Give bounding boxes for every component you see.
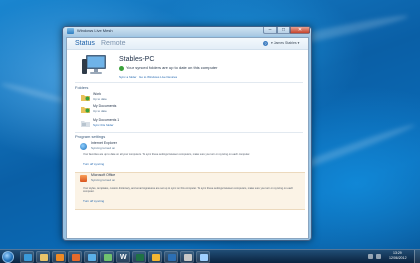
excel-icon xyxy=(136,254,144,261)
taskbar: W 13:29 12/06/2012 xyxy=(0,249,420,263)
taskbar-button-word[interactable]: W xyxy=(116,251,130,263)
show-desktop-button[interactable] xyxy=(414,250,420,263)
window-content: Status Remote ? ▾ James Stables ▾ Stable… xyxy=(66,37,309,239)
start-button[interactable] xyxy=(2,251,14,263)
taskbar-button-firefox[interactable] xyxy=(68,251,82,263)
folder-status: Up to date xyxy=(93,97,107,101)
taskbar-button-live-mesh[interactable] xyxy=(84,251,98,263)
internet-explorer-icon xyxy=(80,143,87,150)
divider xyxy=(75,132,303,133)
taskbar-button-messenger[interactable] xyxy=(100,251,114,263)
program-status: Syncing turned on xyxy=(91,178,116,182)
firefox-icon xyxy=(72,254,80,261)
tab-status[interactable]: Status xyxy=(75,39,95,49)
turn-off-syncing-link[interactable]: Turn off syncing xyxy=(83,162,104,166)
maximize-button[interactable]: □ xyxy=(277,27,290,34)
taskbar-button-file-explorer[interactable] xyxy=(36,251,50,263)
turn-off-syncing-link[interactable]: Turn off syncing xyxy=(83,199,104,203)
media-player-icon xyxy=(56,254,64,261)
word-icon: W xyxy=(120,254,127,261)
messenger-icon xyxy=(104,254,112,261)
unsynced-folder-icon xyxy=(81,121,90,127)
folders-heading: Folders xyxy=(75,85,89,90)
program-description: Your styles, templates, custom dictionar… xyxy=(83,187,294,194)
taskbar-button-outlook[interactable] xyxy=(148,251,162,263)
computer-name: Stables-PC xyxy=(119,56,155,63)
check-icon xyxy=(119,66,124,71)
minimize-button[interactable]: – xyxy=(263,27,277,34)
live-mesh-app-icon xyxy=(67,28,74,34)
taskbar-button-media-player[interactable] xyxy=(52,251,66,263)
notepad-icon xyxy=(200,254,208,261)
microsoft-office-icon xyxy=(80,175,87,182)
sync-a-folder-link[interactable]: Sync a folder xyxy=(119,75,137,79)
program-status: Syncing turned on xyxy=(91,146,116,150)
close-button[interactable]: ✕ xyxy=(290,27,310,34)
paint-icon xyxy=(184,254,192,261)
photoshop-icon xyxy=(168,254,176,261)
live-mesh-icon xyxy=(88,254,96,261)
go-to-devices-link[interactable]: Go to Windows Live Devices xyxy=(139,75,177,79)
internet-explorer-icon xyxy=(24,254,32,261)
top-navigation: Status Remote ? ▾ James Stables ▾ xyxy=(67,38,308,50)
clock-date[interactable]: 12/06/2012 xyxy=(389,256,407,261)
taskbar-button-paint[interactable] xyxy=(180,251,194,263)
folder-item-my-documents-1[interactable]: My Documents 1 Sync this folder xyxy=(81,118,161,129)
folder-item-work[interactable]: Work Up to date xyxy=(81,92,161,103)
user-account-menu[interactable]: ▾ James Stables ▾ xyxy=(271,41,299,46)
file-explorer-icon xyxy=(40,254,48,261)
live-mesh-window: Windows Live Mesh – □ ✕ Status Remote ? … xyxy=(62,26,312,241)
outlook-icon xyxy=(152,254,160,261)
program-item-internet-explorer: Internet Explorer Syncing turned on Your… xyxy=(75,141,305,175)
taskbar-button-internet-explorer[interactable] xyxy=(20,251,34,263)
window-title: Windows Live Mesh xyxy=(77,28,113,33)
tab-remote[interactable]: Remote xyxy=(101,39,126,49)
taskbar-button-excel[interactable] xyxy=(132,251,146,263)
synced-folder-icon xyxy=(81,107,90,113)
volume-icon[interactable] xyxy=(376,254,381,259)
program-settings-heading: Program settings xyxy=(75,134,106,139)
help-icon[interactable]: ? xyxy=(263,41,268,46)
network-icon[interactable] xyxy=(368,254,373,259)
taskbar-button-notepad[interactable] xyxy=(196,251,210,263)
sync-this-folder-link[interactable]: Sync this folder xyxy=(93,123,114,127)
taskbar-button-photoshop[interactable] xyxy=(164,251,178,263)
program-description: Your favorites are up to date on all you… xyxy=(83,153,251,156)
sync-status-text: Your synced folders are up to date on th… xyxy=(126,65,218,70)
folder-status: Up to date xyxy=(93,109,107,113)
synced-folder-icon xyxy=(81,95,90,101)
folder-item-my-documents[interactable]: My Documents Up to date xyxy=(81,104,161,115)
title-bar[interactable]: Windows Live Mesh – □ ✕ xyxy=(63,27,311,36)
program-item-microsoft-office: Microsoft Office Syncing turned on Your … xyxy=(75,172,305,210)
divider xyxy=(75,82,303,83)
computer-icon xyxy=(82,55,106,74)
wallpaper-light-streak xyxy=(0,81,70,105)
